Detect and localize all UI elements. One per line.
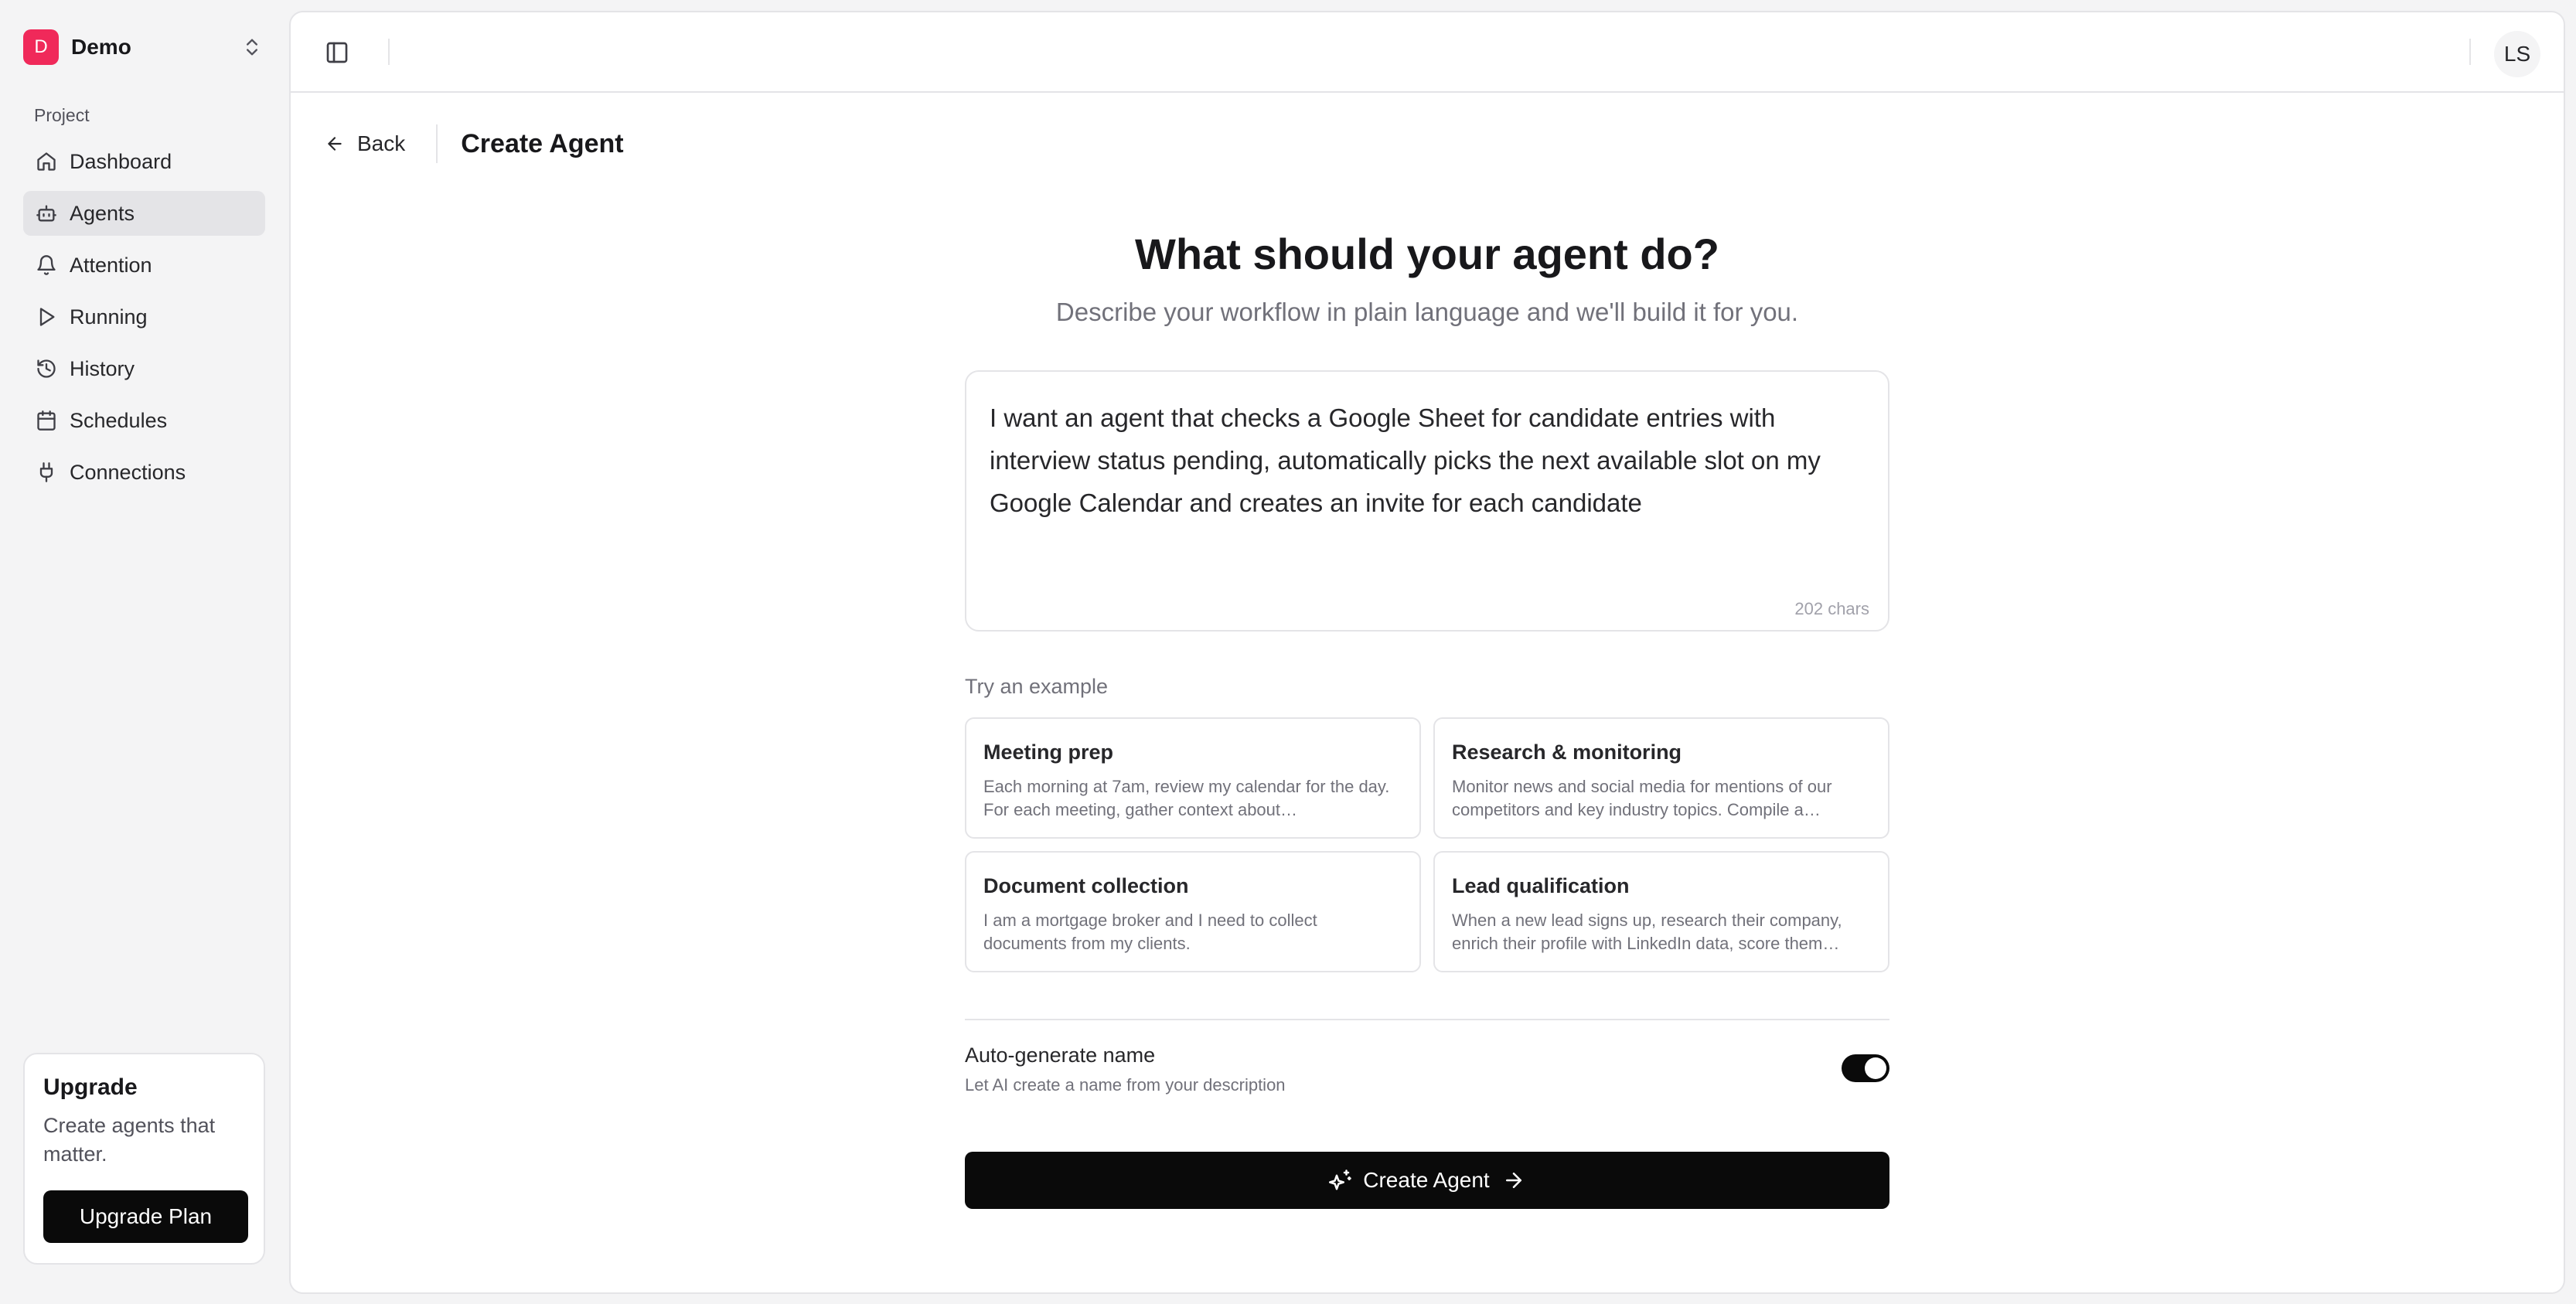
history-icon bbox=[37, 359, 56, 378]
page-title: Create Agent bbox=[461, 128, 624, 158]
sidebar-item-agents[interactable]: Agents bbox=[23, 191, 265, 236]
sidebar-toggle-icon[interactable] bbox=[325, 40, 349, 65]
workspace-logo: D bbox=[23, 29, 59, 65]
create-agent-form: What should your agent do? Describe your… bbox=[965, 229, 1889, 1209]
sidebar: D Demo Project Dashboard Agents Attentio… bbox=[0, 0, 288, 1304]
arrow-right-icon bbox=[1505, 1173, 1521, 1188]
sidebar-nav: Dashboard Agents Attention Running Histo… bbox=[23, 139, 265, 502]
create-agent-button[interactable]: Create Agent bbox=[965, 1152, 1889, 1209]
back-label: Back bbox=[357, 131, 406, 155]
sidebar-item-label: Attention bbox=[70, 253, 152, 277]
auto-generate-toggle[interactable] bbox=[1842, 1054, 1889, 1082]
upgrade-plan-button[interactable]: Upgrade Plan bbox=[43, 1190, 248, 1243]
hero-title: What should your agent do? bbox=[1135, 230, 1719, 278]
topbar: LS bbox=[291, 12, 2564, 93]
example-card-document-collection[interactable]: Document collection I am a mortgage brok… bbox=[965, 851, 1421, 972]
example-description: Each morning at 7am, review my calendar … bbox=[983, 777, 1390, 819]
bell-icon bbox=[37, 255, 56, 275]
example-title: Lead qualification bbox=[1452, 874, 1630, 897]
plug-icon bbox=[39, 462, 53, 482]
prompt-textarea[interactable]: I want an agent that checks a Google She… bbox=[965, 370, 1889, 632]
sidebar-item-connections[interactable]: Connections bbox=[23, 450, 265, 495]
avatar[interactable]: LS bbox=[2494, 31, 2540, 77]
example-description: Monitor news and social media for mentio… bbox=[1452, 777, 1832, 819]
workspace-switcher[interactable]: D Demo bbox=[23, 25, 263, 70]
toggle-knob bbox=[1865, 1057, 1886, 1079]
sidebar-item-label: Schedules bbox=[70, 408, 168, 432]
form-divider bbox=[965, 1019, 1889, 1020]
example-description: I am a mortgage broker and I need to col… bbox=[983, 911, 1317, 953]
examples-label: Try an example bbox=[965, 675, 1109, 698]
home-icon bbox=[37, 152, 56, 171]
hero-subtitle: Describe your workflow in plain language… bbox=[1055, 298, 1799, 326]
prompt-text: I want an agent that checks a Google She… bbox=[990, 403, 1821, 517]
sidebar-item-label: Connections bbox=[70, 460, 186, 484]
header-divider bbox=[436, 124, 438, 163]
upgrade-title: Upgrade bbox=[43, 1074, 138, 1100]
sparkles-icon bbox=[1329, 1170, 1352, 1190]
topbar-divider bbox=[388, 39, 390, 65]
section-label: Project bbox=[34, 105, 90, 125]
create-agent-label: Create Agent bbox=[1363, 1168, 1490, 1192]
char-count: 202 chars bbox=[1794, 599, 1869, 618]
auto-generate-label: Auto-generate name bbox=[965, 1044, 1156, 1067]
example-title: Research & monitoring bbox=[1452, 741, 1682, 764]
sidebar-item-label: Dashboard bbox=[70, 149, 172, 173]
sidebar-item-history[interactable]: History bbox=[23, 346, 265, 391]
sidebar-item-label: History bbox=[70, 356, 135, 380]
sidebar-item-label: Running bbox=[70, 305, 148, 329]
topbar-divider bbox=[2469, 39, 2471, 65]
play-icon bbox=[39, 308, 55, 326]
example-card-meeting-prep[interactable]: Meeting prep Each morning at 7am, review… bbox=[965, 717, 1421, 839]
upgrade-description: Create agents that matter. bbox=[43, 1114, 216, 1166]
page-header: Back Create Agent bbox=[325, 121, 624, 167]
auto-generate-row: Auto-generate name Let AI create a name … bbox=[965, 1044, 1889, 1098]
example-title: Meeting prep bbox=[983, 741, 1114, 764]
example-card-lead-qualification[interactable]: Lead qualification When a new lead signs… bbox=[1433, 851, 1889, 972]
sidebar-item-label: Agents bbox=[70, 201, 135, 225]
examples-grid: Meeting prep Each morning at 7am, review… bbox=[965, 717, 1889, 972]
example-card-research-monitoring[interactable]: Research & monitoring Monitor news and s… bbox=[1433, 717, 1889, 839]
back-button[interactable]: Back bbox=[325, 131, 405, 156]
chevrons-up-down-icon bbox=[247, 39, 257, 56]
main-panel: LS Back Create Agent What should your ag… bbox=[289, 11, 2565, 1294]
sidebar-item-running[interactable]: Running bbox=[23, 295, 265, 339]
workspace-name: Demo bbox=[71, 35, 131, 59]
example-description: When a new lead signs up, research their… bbox=[1452, 911, 1842, 953]
arrow-left-icon bbox=[328, 137, 342, 151]
sidebar-item-dashboard[interactable]: Dashboard bbox=[23, 139, 265, 184]
auto-generate-description: Let AI create a name from your descripti… bbox=[965, 1075, 1286, 1095]
sidebar-item-schedules[interactable]: Schedules bbox=[23, 398, 265, 443]
calendar-icon bbox=[37, 410, 56, 431]
sidebar-item-attention[interactable]: Attention bbox=[23, 243, 265, 288]
bot-icon bbox=[36, 205, 56, 222]
example-title: Document collection bbox=[983, 874, 1189, 897]
upgrade-card: Upgrade Create agents that matter. Upgra… bbox=[23, 1053, 265, 1265]
